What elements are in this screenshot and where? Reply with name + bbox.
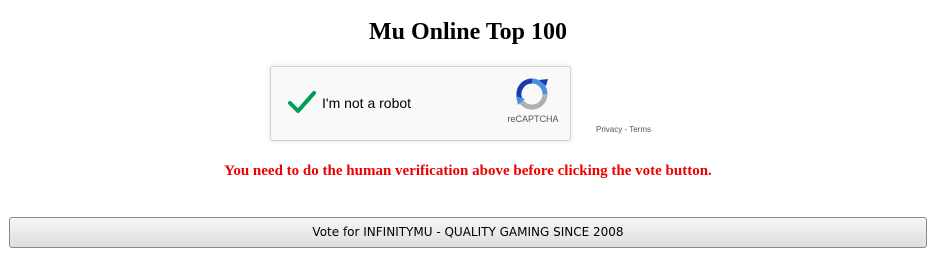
checkmark-icon[interactable] <box>287 89 317 117</box>
terms-link[interactable]: Terms <box>629 125 651 134</box>
link-separator: - <box>624 125 628 134</box>
recaptcha-widget[interactable]: I'm not a robot reCAPTCHA <box>270 66 571 141</box>
captcha-label[interactable]: I'm not a robot <box>322 94 411 112</box>
recaptcha-logo-icon <box>516 78 548 110</box>
captcha-links: Privacy - Terms <box>596 125 651 135</box>
vote-button[interactable]: Vote for INFINITYMU - QUALITY GAMING SIN… <box>9 217 927 248</box>
page-title: Mu Online Top 100 <box>368 19 568 45</box>
verification-warning: You need to do the human verification ab… <box>224 163 712 179</box>
privacy-link[interactable]: Privacy <box>596 125 622 134</box>
recaptcha-brand: reCAPTCHA <box>507 114 559 124</box>
